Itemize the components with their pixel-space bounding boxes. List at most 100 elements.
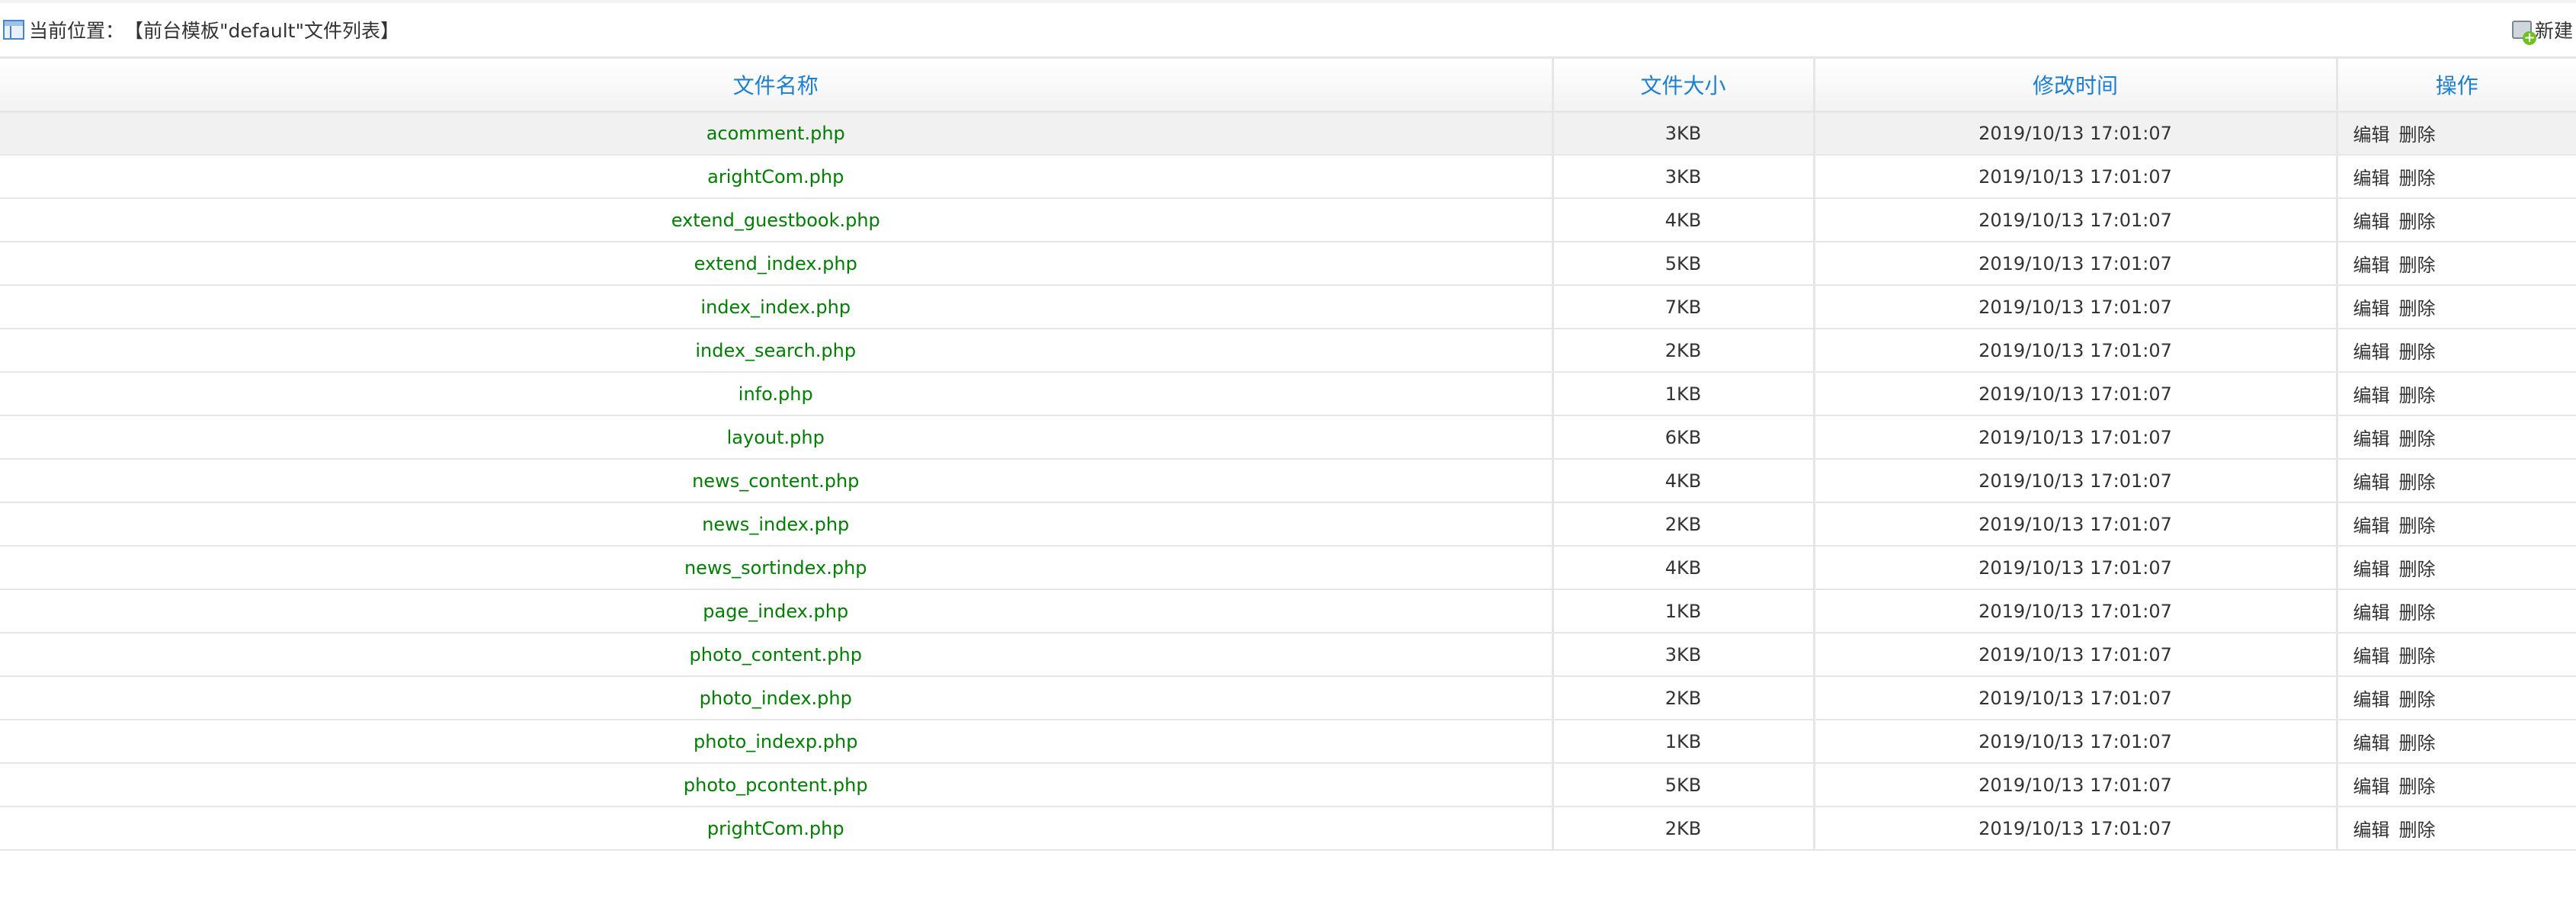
file-name: photo_indexp.php [0,720,1554,764]
new-file-button[interactable]: 新建 [2511,16,2573,45]
file-time: 2019/10/13 17:01:07 [1814,329,2338,373]
table-row: photo_content.php 3KB 2019/10/13 17:01:0… [0,633,2576,677]
edit-link[interactable]: 编辑 [2353,168,2390,189]
file-time: 2019/10/13 17:01:07 [1814,372,2338,416]
file-actions: 编辑 删除 [2337,329,2576,373]
file-time: 2019/10/13 17:01:07 [1814,415,2338,460]
file-time: 2019/10/13 17:01:07 [1814,763,2338,807]
delete-link[interactable]: 删除 [2399,733,2436,754]
table-row: info.php 1KB 2019/10/13 17:01:07 编辑 删除 [0,372,2576,416]
file-name: index_index.php [0,285,1554,329]
table-row: index_search.php 2KB 2019/10/13 17:01:07… [0,329,2576,373]
file-time: 2019/10/13 17:01:07 [1814,546,2338,590]
file-size: 2KB [1552,329,1815,373]
file-size: 4KB [1552,546,1815,590]
edit-link[interactable]: 编辑 [2353,559,2390,580]
file-name: arightCom.php [0,155,1554,199]
delete-link[interactable]: 删除 [2399,255,2436,276]
delete-link[interactable]: 删除 [2399,559,2436,580]
file-size: 4KB [1552,459,1815,503]
window-list-icon [3,20,24,40]
file-time: 2019/10/13 17:01:07 [1814,807,2338,851]
edit-link[interactable]: 编辑 [2353,733,2390,754]
file-name: extend_guestbook.php [0,198,1554,242]
edit-link[interactable]: 编辑 [2353,515,2390,537]
delete-link[interactable]: 删除 [2399,385,2436,406]
delete-link[interactable]: 删除 [2399,168,2436,189]
file-size: 2KB [1552,676,1815,720]
file-actions: 编辑 删除 [2337,720,2576,764]
delete-link[interactable]: 删除 [2399,689,2436,710]
file-size: 1KB [1552,720,1815,764]
column-header-time: 修改时间 [1814,59,2338,113]
delete-link[interactable]: 删除 [2399,472,2436,493]
file-actions: 编辑 删除 [2337,285,2576,329]
edit-link[interactable]: 编辑 [2353,211,2390,233]
delete-link[interactable]: 删除 [2399,124,2436,146]
delete-link[interactable]: 删除 [2399,819,2436,841]
edit-link[interactable]: 编辑 [2353,342,2390,363]
delete-link[interactable]: 删除 [2399,211,2436,233]
file-size: 3KB [1552,633,1815,677]
file-size: 6KB [1552,415,1815,460]
file-actions: 编辑 删除 [2337,155,2576,199]
file-actions: 编辑 删除 [2337,589,2576,633]
file-size: 5KB [1552,242,1815,286]
edit-link[interactable]: 编辑 [2353,472,2390,493]
file-name: layout.php [0,415,1554,460]
edit-link[interactable]: 编辑 [2353,255,2390,276]
delete-link[interactable]: 删除 [2399,776,2436,797]
file-size: 5KB [1552,763,1815,807]
file-time: 2019/10/13 17:01:07 [1814,459,2338,503]
file-time: 2019/10/13 17:01:07 [1814,676,2338,720]
column-header-size: 文件大小 [1552,59,1815,113]
table-row: news_content.php 4KB 2019/10/13 17:01:07… [0,459,2576,503]
file-time: 2019/10/13 17:01:07 [1814,589,2338,633]
file-actions: 编辑 删除 [2337,372,2576,416]
breadcrumb: 当前位置： 【前台模板"default"文件列表】 [3,16,399,43]
table-row: prightCom.php 2KB 2019/10/13 17:01:07 编辑… [0,807,2576,851]
table-row: index_index.php 7KB 2019/10/13 17:01:07 … [0,285,2576,329]
table-row: extend_guestbook.php 4KB 2019/10/13 17:0… [0,198,2576,242]
file-name: extend_index.php [0,242,1554,286]
table-row: photo_pcontent.php 5KB 2019/10/13 17:01:… [0,763,2576,807]
file-size: 1KB [1552,589,1815,633]
file-actions: 编辑 删除 [2337,546,2576,590]
delete-link[interactable]: 删除 [2399,602,2436,624]
file-name: index_search.php [0,329,1554,373]
file-actions: 编辑 删除 [2337,459,2576,503]
delete-link[interactable]: 删除 [2399,342,2436,363]
edit-link[interactable]: 编辑 [2353,776,2390,797]
edit-link[interactable]: 编辑 [2353,298,2390,319]
delete-link[interactable]: 删除 [2399,646,2436,667]
table-row: news_sortindex.php 4KB 2019/10/13 17:01:… [0,546,2576,590]
file-actions: 编辑 删除 [2337,415,2576,460]
edit-link[interactable]: 编辑 [2353,124,2390,146]
file-time: 2019/10/13 17:01:07 [1814,285,2338,329]
file-actions: 编辑 删除 [2337,242,2576,286]
file-size: 4KB [1552,198,1815,242]
new-file-label: 新建 [2534,20,2573,42]
file-name: acomment.php [0,111,1554,156]
file-name: photo_pcontent.php [0,763,1554,807]
file-table: 文件名称 文件大小 修改时间 操作 acomment.php 3KB 2019/… [0,59,2576,851]
column-header-name: 文件名称 [0,59,1554,113]
breadcrumb-path: 【前台模板"default"文件列表】 [124,20,399,42]
delete-link[interactable]: 删除 [2399,298,2436,319]
table-row: photo_indexp.php 1KB 2019/10/13 17:01:07… [0,720,2576,764]
edit-link[interactable]: 编辑 [2353,819,2390,841]
file-actions: 编辑 删除 [2337,111,2576,156]
edit-link[interactable]: 编辑 [2353,646,2390,667]
edit-link[interactable]: 编辑 [2353,602,2390,624]
file-actions: 编辑 删除 [2337,763,2576,807]
file-actions: 编辑 删除 [2337,502,2576,547]
edit-link[interactable]: 编辑 [2353,385,2390,406]
file-time: 2019/10/13 17:01:07 [1814,502,2338,547]
file-time: 2019/10/13 17:01:07 [1814,720,2338,764]
delete-link[interactable]: 删除 [2399,515,2436,537]
edit-link[interactable]: 编辑 [2353,428,2390,450]
edit-link[interactable]: 编辑 [2353,689,2390,710]
column-header-actions: 操作 [2337,59,2576,113]
table-row: layout.php 6KB 2019/10/13 17:01:07 编辑 删除 [0,415,2576,460]
delete-link[interactable]: 删除 [2399,428,2436,450]
